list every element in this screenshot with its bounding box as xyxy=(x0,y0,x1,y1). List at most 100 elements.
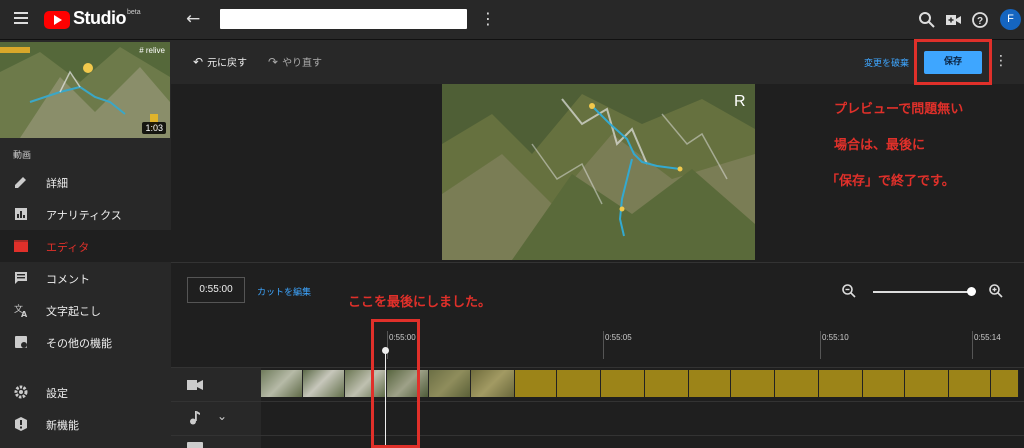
comment-icon xyxy=(15,272,27,284)
video-track xyxy=(171,367,1024,401)
zoom-in-icon[interactable] xyxy=(988,283,1004,299)
more-vert-icon[interactable]: ⋮ xyxy=(994,53,1008,69)
sidebar-item-label: コメント xyxy=(46,273,90,286)
sidebar-item-analytics[interactable]: アナリティクス xyxy=(0,198,171,230)
help-icon[interactable]: ? xyxy=(970,10,990,30)
track-header: ⌄ xyxy=(171,402,261,435)
zoom-slider-thumb[interactable] xyxy=(967,287,976,296)
sidebar-item-label: 文字起こし xyxy=(46,305,101,318)
sidebar-item-subtitles[interactable]: 文A 文字起こし xyxy=(0,294,171,326)
section-label: 動画 xyxy=(13,151,32,161)
sidebar-item-settings[interactable]: 設定 xyxy=(0,376,171,408)
sidebar-item-label: エディタ xyxy=(46,241,90,254)
playhead-highlight-box xyxy=(371,319,420,448)
video-frame xyxy=(303,370,345,397)
menu-icon[interactable] xyxy=(14,12,28,24)
pencil-icon xyxy=(15,177,26,188)
video-frame xyxy=(601,370,645,397)
video-frame xyxy=(863,370,905,397)
video-frame xyxy=(905,370,949,397)
sidebar-item-label: 設定 xyxy=(46,387,68,400)
video-preview[interactable]: R xyxy=(442,84,755,260)
current-time-display[interactable]: 0:55:00 xyxy=(187,277,245,303)
annotation-right-line3: 「保存」で終了です。 xyxy=(826,174,955,189)
video-frame xyxy=(991,370,1019,397)
undo-label: 元に戻す xyxy=(207,58,248,69)
back-arrow-icon[interactable]: ← xyxy=(186,10,200,28)
video-title-field xyxy=(220,9,467,29)
sidebar-item-other-features[interactable]: その他の機能 xyxy=(0,326,171,358)
studio-brand[interactable]: Studio xyxy=(73,8,127,29)
more-vert-icon[interactable]: ⋮ xyxy=(480,10,496,28)
relive-logo-icon: R xyxy=(734,93,746,110)
video-thumbnail[interactable]: # relive 1:03 xyxy=(0,42,170,138)
editor-icon xyxy=(14,240,28,252)
undo-button[interactable]: ↶ 元に戻す xyxy=(193,54,247,69)
translate-icon: 文A xyxy=(14,303,28,318)
svg-text:A: A xyxy=(21,310,28,318)
create-video-icon[interactable] xyxy=(943,10,963,30)
duration-badge: 1:03 xyxy=(142,122,166,134)
video-frame xyxy=(261,370,303,397)
sidebar-item-label: 詳細 xyxy=(46,177,68,190)
beta-label: beta xyxy=(127,9,141,16)
ruler-tick xyxy=(972,331,973,359)
video-frame xyxy=(557,370,601,397)
svg-text:?: ? xyxy=(977,16,983,27)
sidebar-item-whats-new[interactable]: 新機能 xyxy=(0,408,171,440)
discard-changes-button[interactable]: 変更を破棄 xyxy=(864,56,909,69)
sidebar: # relive 1:03 動画 詳細 アナリティクス エディタ コメント 文A… xyxy=(0,40,171,448)
top-bar: Studio beta ← ⋮ ? F xyxy=(0,0,1024,40)
music-note-icon xyxy=(190,411,200,425)
sidebar-item-details[interactable]: 詳細 xyxy=(0,166,171,198)
video-frame xyxy=(819,370,863,397)
thumbnail-watermark: # relive xyxy=(139,46,165,55)
redo-label: やり直す xyxy=(282,58,323,69)
redo-button[interactable]: ↷ やり直す xyxy=(268,54,322,69)
annotation-playhead-note: ここを最後にしました。 xyxy=(348,295,492,310)
video-camera-icon xyxy=(187,380,203,390)
youtube-logo-icon[interactable] xyxy=(44,11,70,29)
gear-icon xyxy=(14,385,28,399)
undo-icon: ↶ xyxy=(193,55,204,69)
caption-track xyxy=(171,435,1024,448)
analytics-icon xyxy=(15,208,27,220)
sidebar-item-editor[interactable]: エディタ xyxy=(0,230,171,262)
sidebar-item-label: 新機能 xyxy=(46,419,79,432)
more-features-icon xyxy=(15,336,27,348)
audio-track: ⌄ xyxy=(171,401,1024,435)
timeline-panel: 0:55:00 カットを編集 0:55:00 0:55:05 0:55:10 0… xyxy=(171,262,1024,448)
ruler-tick xyxy=(820,331,821,359)
video-frame xyxy=(429,370,471,397)
track-header xyxy=(171,368,261,401)
video-frame xyxy=(471,370,515,397)
zoom-out-icon[interactable] xyxy=(841,283,857,299)
video-frame xyxy=(515,370,557,397)
annotation-right-line2: 場合は、最後に xyxy=(834,138,926,153)
save-highlight-box xyxy=(914,39,992,85)
caption-icon xyxy=(187,442,203,448)
ruler-tick-label: 0:55:14 xyxy=(974,333,1001,342)
avatar[interactable]: F xyxy=(1000,9,1021,30)
ruler-tick-label: 0:55:10 xyxy=(822,333,849,342)
ruler-tick-label: 0:55:05 xyxy=(605,333,632,342)
editor-toolbar: ↶ 元に戻す ↷ やり直す 変更を破棄 保存 ⋮ xyxy=(171,40,1024,84)
annotation-right-line1: プレビューで問題無い xyxy=(834,102,964,117)
video-frame xyxy=(645,370,689,397)
zoom-slider-track[interactable] xyxy=(873,291,972,293)
track-header xyxy=(171,436,261,448)
chevron-down-icon[interactable]: ⌄ xyxy=(217,409,227,423)
search-icon[interactable] xyxy=(917,10,937,30)
redo-icon: ↷ xyxy=(268,55,279,69)
video-frame xyxy=(731,370,775,397)
sidebar-item-label: アナリティクス xyxy=(46,209,122,222)
sidebar-item-comments[interactable]: コメント xyxy=(0,262,171,294)
preview-image: R xyxy=(442,84,755,260)
edit-cut-link[interactable]: カットを編集 xyxy=(257,285,311,298)
video-frame xyxy=(689,370,731,397)
video-frame xyxy=(949,370,991,397)
sidebar-item-label: その他の機能 xyxy=(46,337,112,350)
alert-icon xyxy=(15,417,27,431)
ruler-tick xyxy=(603,331,604,359)
video-frame xyxy=(775,370,819,397)
